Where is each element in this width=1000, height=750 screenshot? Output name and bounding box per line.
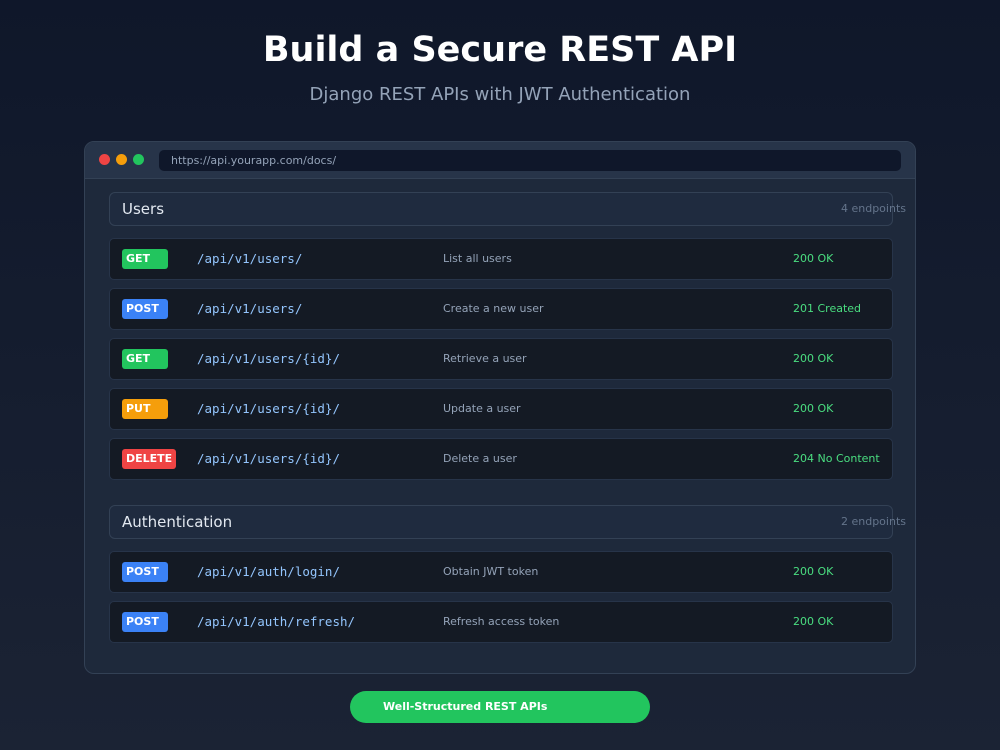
endpoint-description: Refresh access token <box>443 615 560 628</box>
endpoint-path: /api/v1/users/{id}/ <box>197 351 340 366</box>
section-title: Authentication <box>122 513 233 531</box>
endpoint-status: 204 No Content <box>793 452 880 465</box>
endpoint-status: 200 OK <box>793 565 834 578</box>
method-badge-post: POST <box>122 612 168 632</box>
endpoint-status: 200 OK <box>793 615 834 628</box>
endpoint-status: 201 Created <box>793 302 862 315</box>
cta-button[interactable]: Well-Structured REST APIs <box>350 691 650 723</box>
minimize-window-dot-icon[interactable] <box>116 154 127 165</box>
method-badge-get: GET <box>122 349 168 369</box>
endpoint-status: 200 OK <box>793 252 834 265</box>
endpoint-description: Delete a user <box>443 452 517 465</box>
endpoint-path: /api/v1/auth/login/ <box>197 564 340 579</box>
endpoint-path: /api/v1/users/ <box>197 251 303 266</box>
endpoint-status: 200 OK <box>793 352 834 365</box>
endpoint-description: Retrieve a user <box>443 352 527 365</box>
endpoint-path: /api/v1/users/{id}/ <box>197 451 340 466</box>
endpoint-description: List all users <box>443 252 512 265</box>
endpoint-description: Create a new user <box>443 302 544 315</box>
method-badge-get: GET <box>122 249 168 269</box>
section-title: Users <box>122 200 165 218</box>
hero-subtitle: Django REST APIs with JWT Authentication <box>309 84 691 105</box>
address-bar[interactable]: https://api.yourapp.com/docs/ <box>159 150 901 171</box>
method-badge-post: POST <box>122 562 168 582</box>
method-badge-post: POST <box>122 299 168 319</box>
method-badge-delete: DELETE <box>122 449 177 469</box>
section-header-authentication[interactable]: Authentication 2 endpoints <box>109 505 906 539</box>
browser-window: https://api.yourapp.com/docs/ Users 4 en… <box>84 141 916 674</box>
endpoint-row-delete-user[interactable]: DELETE /api/v1/users/{id}/ Delete a user… <box>109 438 893 480</box>
endpoint-description: Update a user <box>443 402 521 415</box>
hero-title: Build a Secure REST API <box>262 30 738 70</box>
endpoint-row-auth-refresh[interactable]: POST /api/v1/auth/refresh/ Refresh acces… <box>109 601 893 643</box>
endpoint-description: Obtain JWT token <box>443 565 539 578</box>
endpoint-path: /api/v1/users/{id}/ <box>197 401 340 416</box>
endpoint-row-list-users[interactable]: GET /api/v1/users/ List all users 200 OK <box>109 238 893 280</box>
endpoint-row-update-user[interactable]: PUT /api/v1/users/{id}/ Update a user 20… <box>109 388 893 430</box>
maximize-window-dot-icon[interactable] <box>133 154 144 165</box>
method-badge-put: PUT <box>122 399 168 419</box>
close-window-dot-icon[interactable] <box>99 154 110 165</box>
endpoint-row-retrieve-user[interactable]: GET /api/v1/users/{id}/ Retrieve a user … <box>109 338 893 380</box>
endpoint-count: 4 endpoints <box>840 202 906 215</box>
endpoint-count: 2 endpoints <box>840 515 906 528</box>
endpoint-path: /api/v1/auth/refresh/ <box>197 614 356 629</box>
browser-titlebar: https://api.yourapp.com/docs/ <box>85 142 915 179</box>
endpoint-status: 200 OK <box>793 402 834 415</box>
endpoint-row-create-user[interactable]: POST /api/v1/users/ Create a new user 20… <box>109 288 893 330</box>
endpoint-row-auth-login[interactable]: POST /api/v1/auth/login/ Obtain JWT toke… <box>109 551 893 593</box>
endpoint-path: /api/v1/users/ <box>197 301 303 316</box>
section-header-users[interactable]: Users 4 endpoints <box>109 192 906 226</box>
